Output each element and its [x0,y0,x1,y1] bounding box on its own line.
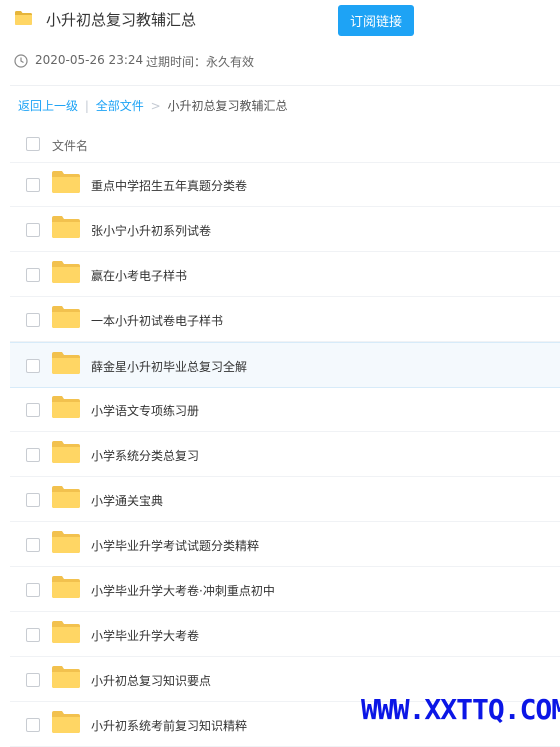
file-name[interactable]: 重点中学招生五年真题分类卷 [91,177,247,194]
file-name[interactable]: 小升初系统考前复习知识精粹 [91,717,247,734]
all-files-link[interactable]: 全部文件 [96,99,144,113]
file-name[interactable]: 小学毕业升学考试试题分类精粹 [91,537,259,554]
list-item[interactable]: 重点中学招生五年真题分类卷 [10,162,560,207]
breadcrumb: 返回上一级 | 全部文件 > 小升初总复习教辅汇总 [18,97,290,114]
row-checkbox[interactable] [26,268,40,282]
folder-icon [52,621,80,643]
list-item[interactable]: 小学毕业升学考试试题分类精粹 [10,522,560,567]
subscribe-button[interactable]: 订阅链接 [338,5,414,36]
select-all-checkbox[interactable] [26,137,40,151]
folder-icon [52,171,80,193]
page-title: 小升初总复习教辅汇总 [46,11,197,29]
folder-icon [52,531,80,553]
row-checkbox[interactable] [26,313,40,327]
folder-icon [52,441,80,463]
list-item[interactable]: 小学通关宝典 [10,477,560,522]
row-checkbox[interactable] [26,493,40,507]
folder-icon [52,396,80,418]
file-name[interactable]: 小升初总复习知识要点 [91,672,211,689]
list-item[interactable]: 小学系统分类总复习 [10,432,560,477]
column-filename: 文件名 [52,139,89,153]
expire-text: 过期时间：永久有效 [146,55,255,69]
clock-icon [14,54,28,68]
row-checkbox[interactable] [26,223,40,237]
list-item[interactable]: 小学毕业升学大考卷 [10,612,560,657]
file-name[interactable]: 赢在小考电子样书 [91,267,187,284]
row-checkbox[interactable] [26,359,40,373]
list-item[interactable]: 赢在小考电子样书 [10,252,560,297]
list-item[interactable]: 小学毕业升学大考卷·冲刺重点初中 [10,567,560,612]
file-name[interactable]: 薛金星小升初毕业总复习全解 [91,358,247,375]
folder-icon [52,216,80,238]
share-date: 2020-05-26 23:24 [35,53,144,67]
file-name[interactable]: 小学毕业升学大考卷·冲刺重点初中 [91,582,275,599]
breadcrumb-arrow: > [150,99,161,113]
file-name[interactable]: 小学系统分类总复习 [91,447,199,464]
watermark: WWW.XXTTQ.COM [361,693,560,726]
back-link[interactable]: 返回上一级 [18,99,78,113]
row-checkbox[interactable] [26,403,40,417]
folder-icon [52,352,80,374]
row-checkbox[interactable] [26,448,40,462]
row-checkbox[interactable] [26,583,40,597]
row-checkbox[interactable] [26,673,40,687]
folder-icon [52,486,80,508]
folder-icon [52,261,80,283]
list-item[interactable]: 小学语文专项练习册 [10,387,560,432]
row-checkbox[interactable] [26,628,40,642]
file-name[interactable]: 张小宁小升初系列试卷 [91,222,211,239]
file-name[interactable]: 小学通关宝典 [91,492,163,509]
file-name[interactable]: 小学毕业升学大考卷 [91,627,199,644]
row-checkbox[interactable] [26,718,40,732]
divider [10,85,560,86]
folder-icon [52,306,80,328]
file-name[interactable]: 一本小升初试卷电子样书 [91,312,223,329]
file-name[interactable]: 小学语文专项练习册 [91,402,199,419]
list-item[interactable]: 薛金星小升初毕业总复习全解 [10,342,560,388]
row-checkbox[interactable] [26,178,40,192]
header: 小升初总复习教辅汇总 订阅链接 [0,0,560,42]
folder-icon [52,666,80,688]
folder-icon [52,711,80,733]
list-item[interactable]: 一本小升初试卷电子样书 [10,297,560,342]
breadcrumb-current: 小升初总复习教辅汇总 [167,99,288,113]
list-item[interactable]: 张小宁小升初系列试卷 [10,207,560,252]
folder-icon [52,576,80,598]
folder-icon [15,11,32,25]
row-checkbox[interactable] [26,538,40,552]
list-header: 文件名 [10,126,560,163]
breadcrumb-separator: | [84,99,89,113]
